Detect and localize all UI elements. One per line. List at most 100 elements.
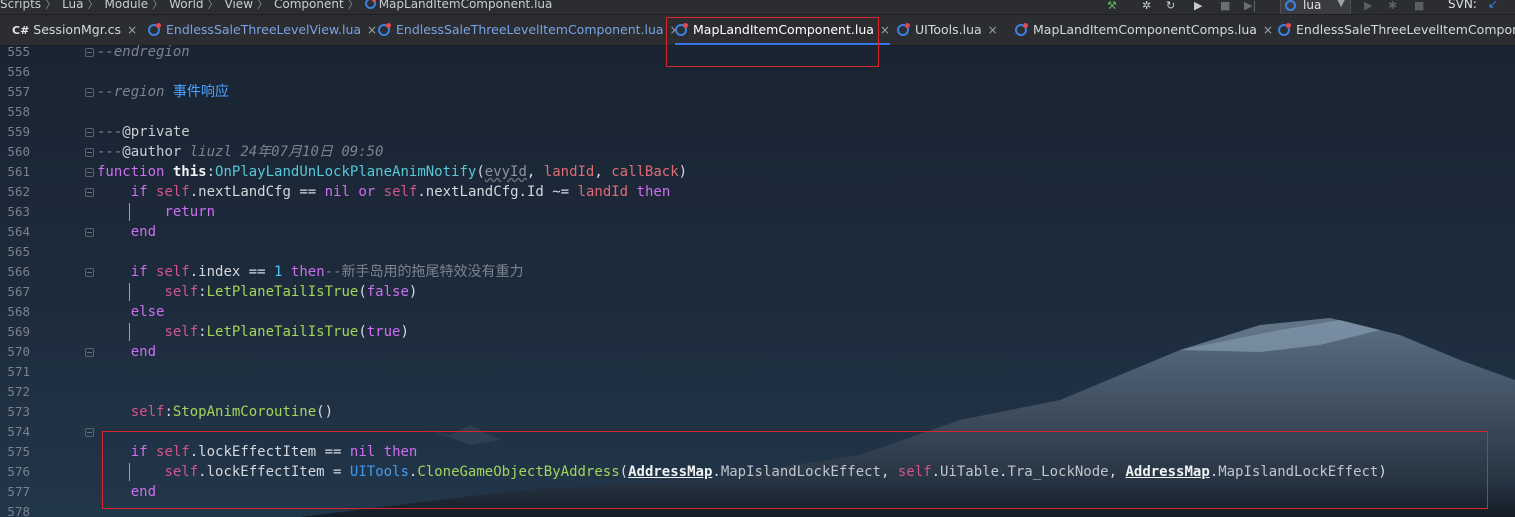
- self-keyword: self: [130, 404, 165, 420]
- keyword: end: [130, 224, 157, 240]
- lua-file-icon: [897, 23, 910, 36]
- keyword: then: [636, 184, 671, 200]
- lua-file-icon: [148, 23, 161, 36]
- fold-icon[interactable]: [85, 148, 94, 157]
- breadcrumb-item-view[interactable]: View: [225, 0, 253, 10]
- line-number: 560: [7, 144, 30, 159]
- keyword: if: [130, 184, 148, 200]
- fold-icon[interactable]: [85, 268, 94, 277]
- hammer-icon[interactable]: ⚒: [1107, 0, 1117, 12]
- close-icon[interactable]: ×: [988, 23, 998, 37]
- field: .Id: [518, 184, 544, 200]
- code-line-557: --region 事件响应: [97, 82, 229, 102]
- fold-icon[interactable]: [85, 88, 94, 97]
- code-line-562: if self.nextLandCfg == nil or self.nextL…: [97, 182, 671, 202]
- code-line-569: self:LetPlaneTailIsTrue(true): [97, 322, 408, 342]
- line-number-gutter: 555 556 557 558 559 560 561 562 563 564 …: [0, 45, 36, 517]
- debug-run-icon[interactable]: ✱: [1388, 0, 1397, 12]
- fold-icon[interactable]: [85, 128, 94, 137]
- line-number: 575: [7, 444, 30, 459]
- tab-label: MapLandItemComponentComps.lua: [1033, 22, 1257, 37]
- fold-icon[interactable]: [85, 188, 94, 197]
- tab-label: SessionMgr.cs: [33, 22, 122, 37]
- highlight-box-code: [102, 431, 1488, 509]
- code-line-568: else: [97, 302, 165, 322]
- line-number: 563: [7, 204, 30, 219]
- keyword: else: [130, 304, 165, 320]
- fold-icon[interactable]: [85, 348, 94, 357]
- field: nextLandCfg: [425, 184, 519, 200]
- field: nextLandCfg: [198, 184, 291, 200]
- line-number: 574: [7, 424, 30, 439]
- code-editor[interactable]: 555 556 557 558 559 560 561 562 563 564 …: [0, 45, 1515, 517]
- tab-endlesssalethreelevelitemcomponent-2[interactable]: EndlessSaleThreeLevelItemComponen: [1278, 15, 1515, 45]
- doc-tag: @private: [122, 124, 190, 140]
- keyword: nil: [324, 184, 350, 200]
- csharp-file-icon: C#: [12, 24, 30, 37]
- close-icon[interactable]: ×: [1263, 23, 1273, 37]
- rerun-icon[interactable]: ↻: [1166, 0, 1175, 12]
- code-line-567: self:LetPlaneTailIsTrue(false): [97, 282, 417, 302]
- lua-file-icon: [364, 0, 376, 9]
- breadcrumb-separator-icon: 〉: [87, 0, 99, 11]
- breadcrumb-item-scripts[interactable]: Scripts: [0, 0, 41, 10]
- fold-icon[interactable]: [85, 428, 94, 437]
- breadcrumb-item-file[interactable]: MapLandItemComponent.lua: [379, 0, 553, 10]
- field: index: [198, 264, 241, 280]
- method-call: StopAnimCoroutine: [172, 404, 317, 420]
- self-keyword: self: [383, 184, 418, 200]
- self-keyword: self: [156, 184, 190, 200]
- keyword: if: [130, 264, 148, 280]
- line-number: 559: [7, 124, 30, 139]
- close-icon[interactable]: ×: [880, 23, 890, 37]
- code-line-573: self:StopAnimCoroutine(): [97, 402, 333, 422]
- run-icon[interactable]: ▶: [1194, 0, 1202, 12]
- operator: :: [198, 324, 207, 340]
- close-icon[interactable]: ×: [367, 23, 377, 37]
- tab-endlesssalethreelevelitemcomponent[interactable]: EndlessSaleThreeLevelItemComponent.lua ×: [378, 15, 680, 45]
- line-number: 578: [7, 504, 30, 517]
- tab-endlesssalethreelevelview[interactable]: EndlessSaleThreeLevelView.lua ×: [148, 15, 377, 45]
- close-icon[interactable]: ×: [127, 23, 137, 37]
- line-number: 555: [7, 45, 30, 59]
- line-number: 565: [7, 244, 30, 259]
- line-number: 567: [7, 284, 30, 299]
- comment: --新手岛用的拖尾特效没有重力: [324, 264, 524, 280]
- comment: --region: [97, 84, 165, 100]
- line-number: 556: [7, 64, 30, 79]
- line-number: 564: [7, 224, 30, 239]
- tab-maplanditemcomponentcomps[interactable]: MapLandItemComponentComps.lua ×: [1015, 15, 1273, 45]
- operator: .: [189, 184, 199, 200]
- self-keyword: self: [156, 264, 190, 280]
- operator: (: [358, 284, 367, 300]
- method-call: LetPlaneTailIsTrue: [206, 284, 359, 300]
- step-icon[interactable]: ▶|: [1244, 0, 1256, 12]
- keyword: true: [366, 324, 401, 340]
- run-config-select[interactable]: lua ▼: [1280, 0, 1351, 14]
- stop-icon[interactable]: ■: [1220, 0, 1230, 12]
- play-icon[interactable]: ▶: [1364, 0, 1372, 12]
- code-line-560: ---@author liuzl 24年07月10日 09:50: [97, 142, 383, 162]
- tab-sessionmgr[interactable]: C# SessionMgr.cs ×: [12, 15, 137, 45]
- stop-run-icon[interactable]: ■: [1414, 0, 1424, 12]
- keyword: return: [164, 204, 216, 220]
- fold-icon[interactable]: [85, 48, 94, 57]
- svn-update-icon[interactable]: ↙: [1488, 0, 1498, 10]
- tab-uitools[interactable]: UITools.lua ×: [897, 15, 998, 45]
- breadcrumb-item-world[interactable]: World: [169, 0, 203, 10]
- debug-icon[interactable]: ✲: [1142, 0, 1151, 12]
- operator: ): [678, 164, 688, 180]
- tab-label: EndlessSaleThreeLevelItemComponen: [1296, 22, 1515, 37]
- breadcrumb-item-module[interactable]: Module: [105, 0, 149, 10]
- self-keyword: self: [164, 284, 199, 300]
- breadcrumb-separator-icon: 〉: [347, 0, 359, 11]
- operator: (: [476, 164, 485, 180]
- navigation-bar: Scripts 〉 Lua 〉 Module 〉 World 〉 View 〉 Component 〉…: [0, 0, 1515, 15]
- line-number: 566: [7, 264, 30, 279]
- breadcrumb-item-component[interactable]: Component: [274, 0, 344, 10]
- fold-icon[interactable]: [85, 228, 94, 237]
- fold-icon[interactable]: [85, 168, 94, 177]
- line-number: 577: [7, 484, 30, 499]
- line-number: 573: [7, 404, 30, 419]
- breadcrumb-item-lua[interactable]: Lua: [62, 0, 83, 10]
